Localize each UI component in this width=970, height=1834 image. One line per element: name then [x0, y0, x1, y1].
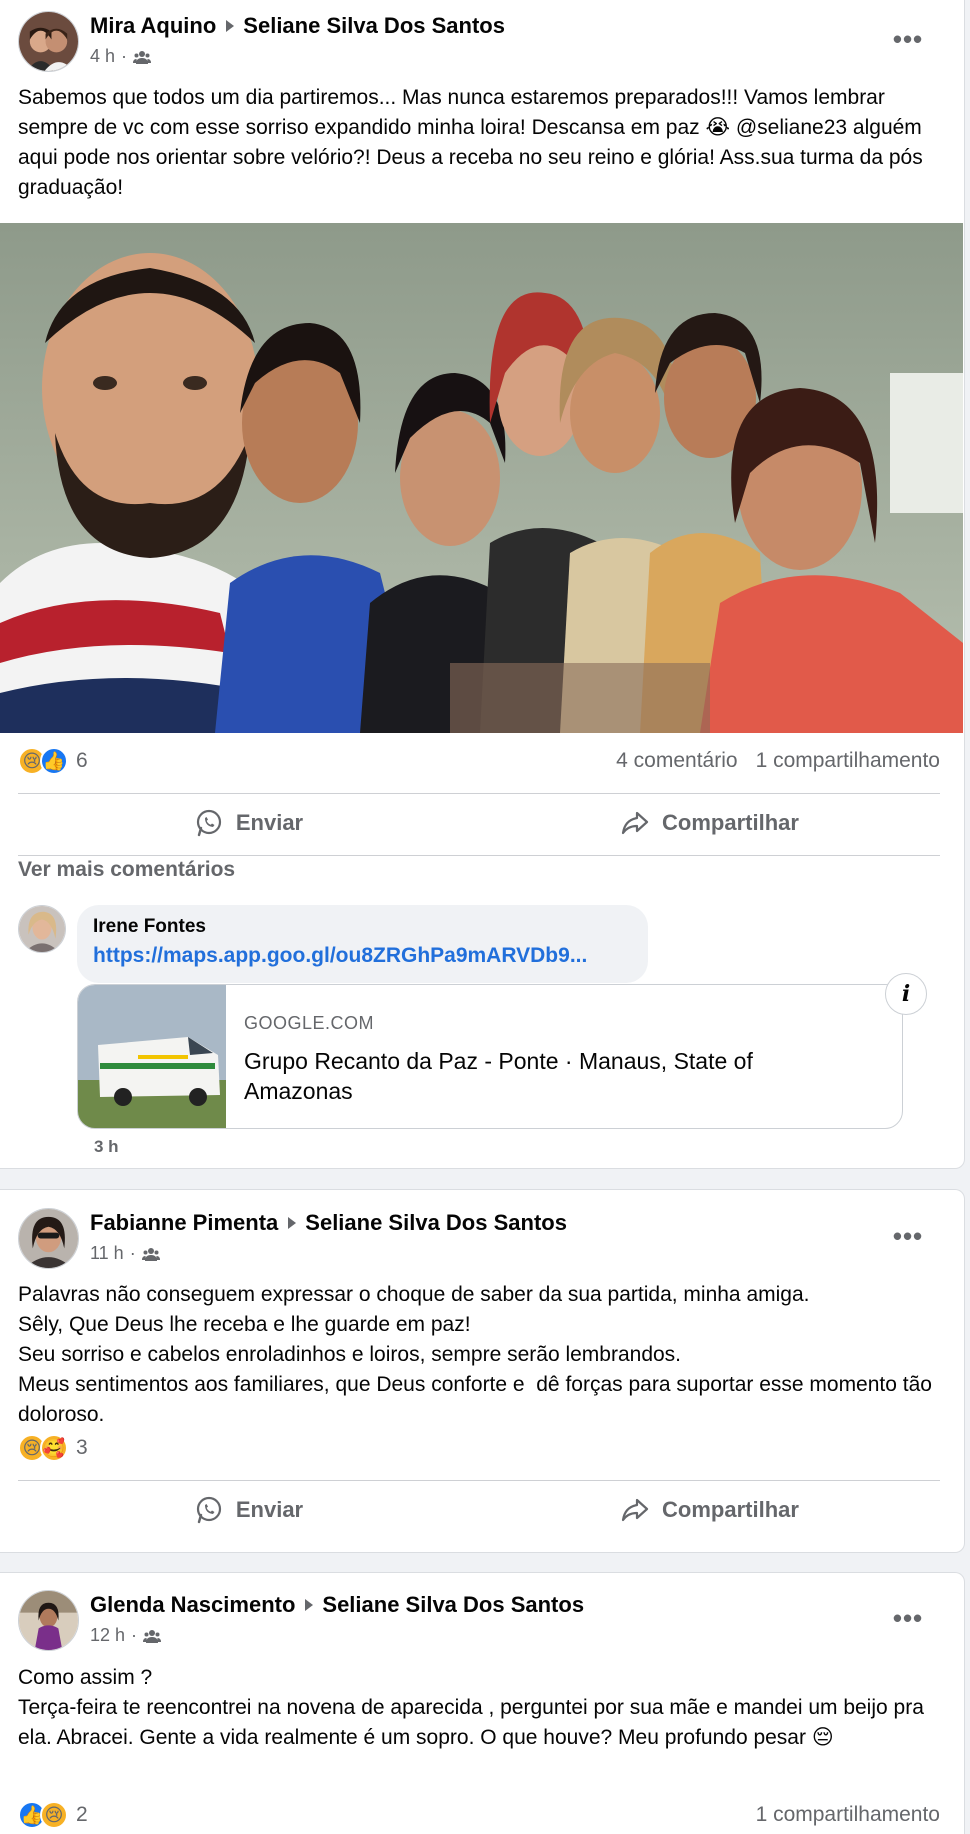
- view-more-comments-link[interactable]: Ver mais comentários: [18, 858, 235, 882]
- reaction-count[interactable]: 3: [76, 1436, 88, 1460]
- reaction-count[interactable]: 2: [76, 1803, 88, 1827]
- arrow-right-icon: [305, 1599, 314, 1611]
- separator: ·: [129, 1243, 136, 1263]
- author-name[interactable]: Fabianne Pimenta: [90, 1210, 278, 1236]
- link-domain: GOOGLE.COM: [244, 1013, 375, 1033]
- share-button[interactable]: Compartilhar: [479, 795, 940, 851]
- comments-count[interactable]: 4 comentário: [616, 749, 737, 773]
- author-name[interactable]: Mira Aquino: [90, 13, 216, 39]
- post-text: Como assim ? Terça-feira te reencontrei …: [18, 1663, 940, 1753]
- whatsapp-icon: [196, 809, 221, 837]
- link-info: GOOGLE.COM Grupo Recanto da Paz - Ponte …: [244, 1013, 842, 1106]
- post-text: Palavras não conseguem expressar o choqu…: [18, 1280, 940, 1430]
- share-button[interactable]: Compartilhar: [479, 1482, 940, 1538]
- comment-bubble: Irene Fontes https://maps.app.goo.gl/ou8…: [77, 905, 648, 983]
- reactions-bar: 👍 😢 2 1 compartilhamento: [18, 1801, 940, 1829]
- group-name[interactable]: Seliane Silva Dos Santos: [305, 1210, 567, 1236]
- comment-link[interactable]: https://maps.app.goo.gl/ou8ZRGhPa9mARVDb…: [93, 944, 632, 968]
- author-name[interactable]: Glenda Nascimento: [90, 1592, 295, 1618]
- post-header: Fabianne Pimenta Seliane Silva Dos Santo…: [18, 1208, 567, 1269]
- arrow-right-icon: [288, 1217, 297, 1229]
- share-arrow-icon: [621, 1498, 649, 1522]
- info-icon[interactable]: i: [885, 973, 927, 1015]
- whatsapp-icon: [196, 1496, 221, 1524]
- share-label: Compartilhar: [662, 1497, 799, 1522]
- send-button[interactable]: Enviar: [18, 795, 479, 851]
- reactions-bar: 😢 👍 6 4 comentário 1 compartilhamento: [18, 747, 940, 775]
- reaction-count[interactable]: 6: [76, 749, 88, 773]
- group-name[interactable]: Seliane Silva Dos Santos: [322, 1592, 584, 1618]
- avatar[interactable]: [18, 1590, 79, 1651]
- avatar[interactable]: [18, 11, 79, 72]
- more-options-icon[interactable]: •••: [888, 19, 928, 59]
- arrow-right-icon: [226, 20, 235, 32]
- comment-author[interactable]: Irene Fontes: [93, 916, 632, 938]
- send-label: Enviar: [235, 1497, 304, 1522]
- sad-reaction-icon: 😢: [40, 1801, 68, 1829]
- link-title: Grupo Recanto da Paz - Ponte · Manaus, S…: [244, 1048, 753, 1104]
- post-body: Palavras não conseguem expressar o choqu…: [18, 1283, 932, 1426]
- post-body: Sabemos que todos um dia partiremos... M…: [18, 86, 929, 199]
- send-button[interactable]: Enviar: [18, 1482, 479, 1538]
- group-privacy-icon: [143, 1629, 162, 1643]
- more-options-icon[interactable]: •••: [888, 1598, 928, 1638]
- post-body: Como assim ? Terça-feira te reencontrei …: [18, 1666, 924, 1749]
- post-actions: Enviar Compartilhar: [18, 1482, 940, 1538]
- post-time[interactable]: 11 h: [90, 1243, 124, 1264]
- reaction-icons[interactable]: 👍 😢: [18, 1801, 68, 1829]
- post-time[interactable]: 4 h: [90, 46, 115, 67]
- divider: [18, 855, 940, 856]
- separator: ·: [121, 46, 128, 66]
- divider: [18, 793, 940, 794]
- post-time[interactable]: 12 h: [90, 1625, 125, 1646]
- share-arrow-icon: [621, 811, 649, 835]
- post-glenda-nascimento: Glenda Nascimento Seliane Silva Dos Sant…: [0, 1572, 965, 1834]
- care-reaction-icon: 🥰: [40, 1434, 68, 1462]
- link-thumbnail: [78, 985, 226, 1128]
- send-label: Enviar: [235, 810, 304, 835]
- reaction-icons[interactable]: 😢 👍: [18, 747, 68, 775]
- link-preview-card[interactable]: GOOGLE.COM Grupo Recanto da Paz - Ponte …: [77, 984, 903, 1129]
- post-text: Sabemos que todos um dia partiremos... M…: [18, 83, 940, 203]
- group-privacy-icon: [141, 1247, 160, 1261]
- post-actions: Enviar Compartilhar: [18, 795, 940, 851]
- divider: [18, 1480, 940, 1481]
- group-privacy-icon: [133, 50, 152, 64]
- post-header: Glenda Nascimento Seliane Silva Dos Sant…: [18, 1590, 584, 1651]
- shares-count[interactable]: 1 compartilhamento: [756, 749, 940, 773]
- shares-count[interactable]: 1 compartilhamento: [756, 1803, 940, 1827]
- like-reaction-icon: 👍: [40, 747, 68, 775]
- reactions-bar: 😢 🥰 3: [18, 1434, 940, 1462]
- post-photo[interactable]: [0, 223, 963, 733]
- avatar[interactable]: [18, 905, 66, 953]
- avatar[interactable]: [18, 1208, 79, 1269]
- share-label: Compartilhar: [662, 810, 799, 835]
- post-fabianne-pimenta: Fabianne Pimenta Seliane Silva Dos Santo…: [0, 1189, 965, 1553]
- group-name[interactable]: Seliane Silva Dos Santos: [243, 13, 505, 39]
- more-options-icon[interactable]: •••: [888, 1216, 928, 1256]
- separator: ·: [131, 1625, 138, 1645]
- reaction-icons[interactable]: 😢 🥰: [18, 1434, 68, 1462]
- post-mira-aquino: Mira Aquino Seliane Silva Dos Santos 4 h…: [0, 0, 965, 1169]
- post-header: Mira Aquino Seliane Silva Dos Santos 4 h…: [18, 11, 505, 72]
- comment-time[interactable]: 3 h: [94, 1137, 119, 1157]
